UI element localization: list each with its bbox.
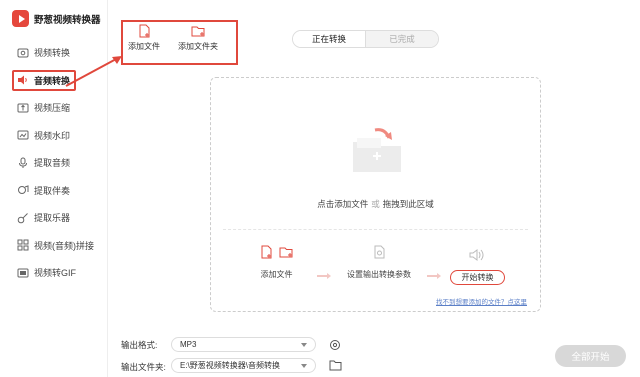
help-link[interactable]: 找不到想要添加的文件？点这里 [436, 296, 527, 306]
sidebar-item-video-compress[interactable]: 视频压缩 [12, 97, 102, 118]
tab-converting[interactable]: 正在转换 [293, 31, 366, 47]
watermark-icon [17, 130, 29, 140]
output-format-select[interactable]: MP3 [171, 337, 316, 352]
sidebar-item-extract-accompaniment[interactable]: 提取伴奏 [12, 180, 102, 201]
sidebar-item-video-watermark[interactable]: 视频水印 [12, 125, 102, 146]
output-folder-select[interactable]: E:\野葱视频转换器\音频转换 [171, 358, 316, 373]
extract-audio-icon [19, 157, 27, 168]
settings-file-icon [374, 245, 385, 259]
annotation-arrow-icon [65, 56, 122, 87]
sidebar-item-label: 视频压缩 [34, 103, 71, 113]
merge-icon [17, 239, 29, 251]
output-folder-label: 输出文件夹: [121, 362, 166, 372]
sidebar-item-label: 视频转GIF [34, 268, 76, 278]
output-folder-value: E:\野葱视频转换器\音频转换 [180, 361, 281, 370]
app-logo: 野葱视频转换器 [12, 10, 101, 27]
chevron-down-icon [301, 363, 307, 368]
app-title: 野葱视频转换器 [34, 14, 101, 26]
drop-zone[interactable]: 点击添加文件或拖拽到此区域 添加文件 设置输出转换参数 开始转换 找不到想要添加… [210, 77, 541, 312]
gif-icon [17, 268, 29, 277]
add-file-icon [139, 24, 150, 38]
sidebar-item-label: 提取乐器 [34, 213, 71, 223]
speaker-icon [469, 249, 484, 261]
step-arrow-icon [427, 273, 441, 279]
folder-icon[interactable] [329, 360, 342, 371]
guitar-icon [17, 212, 28, 223]
sidebar-item-extract-instrument[interactable]: 提取乐器 [12, 207, 102, 228]
drop-instruction: 点击添加文件或拖拽到此区域 [211, 198, 540, 210]
compress-icon [17, 103, 29, 112]
output-format-value: MP3 [180, 340, 197, 349]
step-settings: 设置输出转换参数 [347, 245, 411, 280]
add-folder-button[interactable]: 添加文件夹 [178, 24, 218, 52]
folder-add-icon [353, 128, 401, 172]
step-add-file: 添加文件 [259, 245, 294, 280]
add-folder-label: 添加文件夹 [178, 42, 218, 51]
sidebar-item-label: 提取音频 [34, 158, 71, 168]
add-folder-icon [191, 26, 204, 37]
output-format-label: 输出格式: [121, 340, 158, 350]
play-logo-icon [12, 10, 29, 27]
sidebar-item-label: 提取伴奏 [34, 185, 71, 196]
step-add-file-label: 添加文件 [260, 270, 293, 279]
add-folder-icon [279, 247, 293, 258]
gear-icon[interactable] [329, 339, 341, 351]
sidebar-item-label: 视频(音频)拼接 [34, 240, 94, 251]
drop-text-click: 点击添加文件 [317, 199, 369, 209]
sidebar-item-video-merge[interactable]: 视频(音频)拼接 [12, 235, 102, 256]
start-all-button[interactable]: 全部开始 [555, 345, 626, 367]
add-file-button[interactable]: 添加文件 [128, 24, 160, 52]
add-file-icon [261, 245, 272, 259]
add-file-label: 添加文件 [128, 42, 160, 51]
accompaniment-icon [18, 185, 29, 194]
tab-completed[interactable]: 已完成 [366, 31, 438, 47]
drop-text-or: 或 [371, 199, 380, 209]
drop-text-drag: 拖拽到此区域 [382, 199, 434, 209]
step-settings-label: 设置输出转换参数 [347, 270, 411, 279]
sidebar-item-extract-audio[interactable]: 提取音频 [12, 152, 102, 173]
drop-divider [223, 229, 528, 230]
start-convert-button[interactable]: 开始转换 [450, 270, 505, 285]
sidebar-item-video-to-gif[interactable]: 视频转GIF [12, 262, 102, 283]
sidebar-item-label: 视频水印 [34, 130, 71, 141]
video-convert-icon [17, 48, 29, 57]
chevron-down-icon [301, 342, 307, 347]
step-arrow-icon [317, 273, 331, 279]
audio-icon [18, 75, 27, 85]
status-tabs: 正在转换 已完成 [292, 30, 439, 48]
